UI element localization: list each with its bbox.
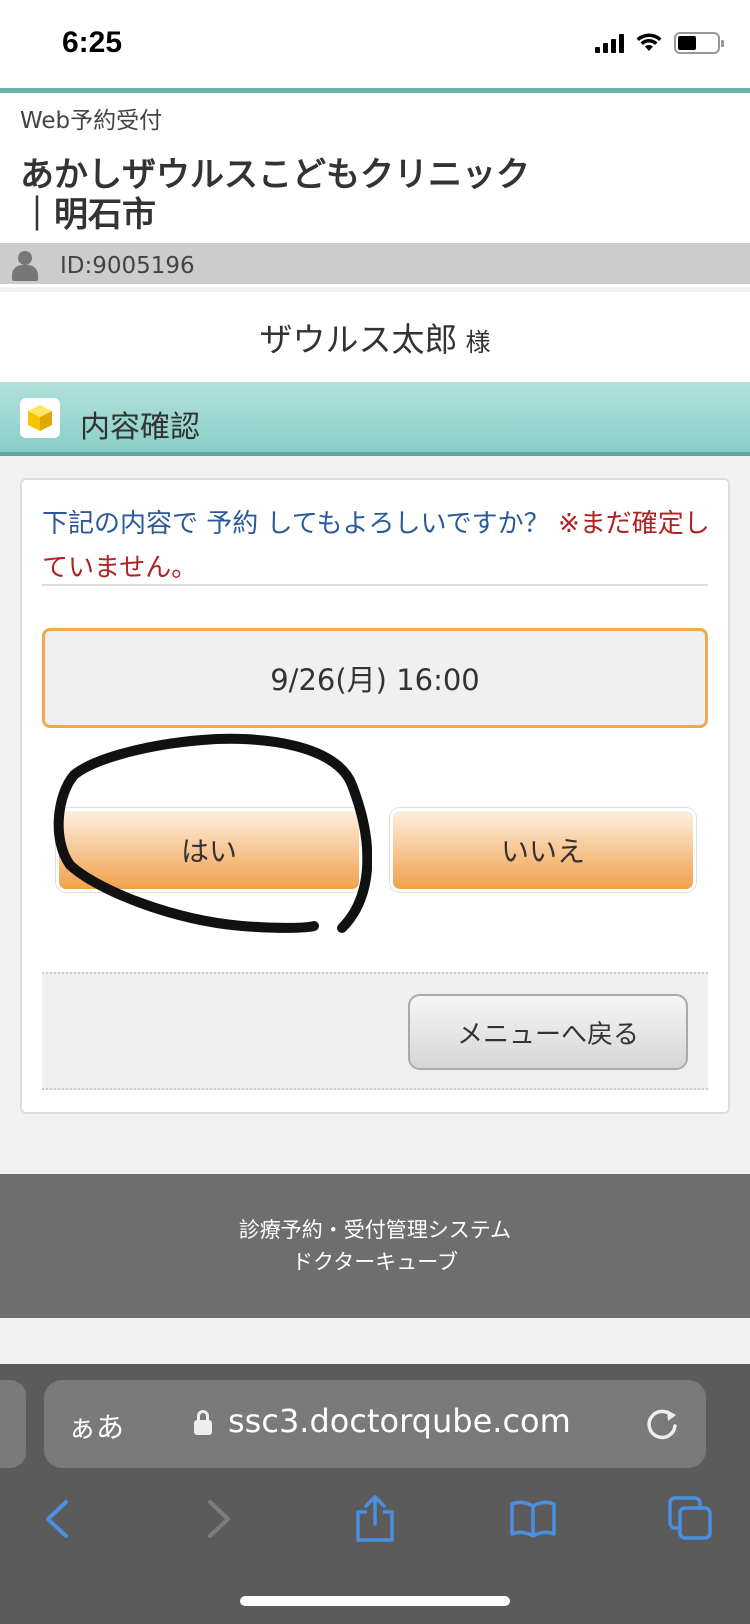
yes-button[interactable]: はい	[56, 808, 362, 892]
address-bar[interactable]: ぁあ ssc3.doctorqube.com	[44, 1380, 706, 1468]
patient-name-area: ザウルス太郎 様	[0, 292, 750, 382]
question-text: 下記の内容で 予約 してもよろしいですか？	[42, 509, 550, 539]
previous-tab-stub[interactable]	[0, 1380, 26, 1468]
patient-name: ザウルス太郎	[259, 320, 458, 359]
cube-icon	[20, 398, 60, 438]
site-footer: 診療予約・受付管理システム ドクターキューブ	[0, 1174, 750, 1318]
bookmarks-icon[interactable]	[508, 1494, 558, 1544]
status-bar: 6:25	[0, 0, 750, 88]
forward-arrow-icon[interactable]	[192, 1494, 242, 1544]
patient-honorific: 様	[465, 328, 491, 357]
wifi-icon	[636, 33, 662, 51]
lock-icon	[194, 1410, 212, 1436]
clinic-name: あかしザウルスこどもクリニック ｜明石市	[20, 155, 564, 235]
url-text[interactable]: ssc3.doctorqube.com	[228, 1402, 571, 1440]
browser-toolbar: ぁあ ssc3.doctorqube.com	[0, 1364, 750, 1624]
divider	[42, 584, 708, 586]
account-id: ID:9005196	[60, 253, 195, 279]
cellular-signal-icon	[595, 33, 624, 53]
back-to-menu-button[interactable]: メニューへ戻る	[408, 994, 688, 1070]
confirmation-panel: 下記の内容で 予約 してもよろしいですか？ ※まだ確定していません。 9/26(…	[20, 478, 730, 1114]
no-button[interactable]: いいえ	[390, 808, 696, 892]
home-indicator	[240, 1596, 510, 1606]
user-icon	[12, 251, 38, 281]
site-header: Web予約受付 あかしザウルスこどもクリニック ｜明石市	[0, 93, 750, 243]
status-time: 6:25	[62, 26, 123, 59]
footer-line-2: ドクターキューブ	[292, 1250, 458, 1274]
battery-icon	[674, 32, 724, 54]
section-header: 内容確認	[0, 382, 750, 456]
section-title: 内容確認	[80, 410, 200, 445]
tabs-icon[interactable]	[666, 1494, 716, 1544]
back-arrow-icon[interactable]	[34, 1494, 84, 1544]
header-subtitle: Web予約受付	[20, 108, 163, 134]
confirmation-question: 下記の内容で 予約 してもよろしいですか？ ※まだ確定していません。	[42, 502, 710, 590]
footer-line-1: 診療予約・受付管理システム	[238, 1218, 512, 1242]
share-icon[interactable]	[350, 1494, 400, 1544]
reload-icon[interactable]	[642, 1404, 682, 1444]
status-icons	[595, 32, 724, 54]
menu-area: メニューへ戻る	[42, 972, 708, 1090]
account-id-bar: ID:9005196	[0, 243, 750, 287]
page-settings-button[interactable]: ぁあ	[68, 1406, 124, 1446]
appointment-datetime: 9/26(月) 16:00	[42, 628, 708, 728]
